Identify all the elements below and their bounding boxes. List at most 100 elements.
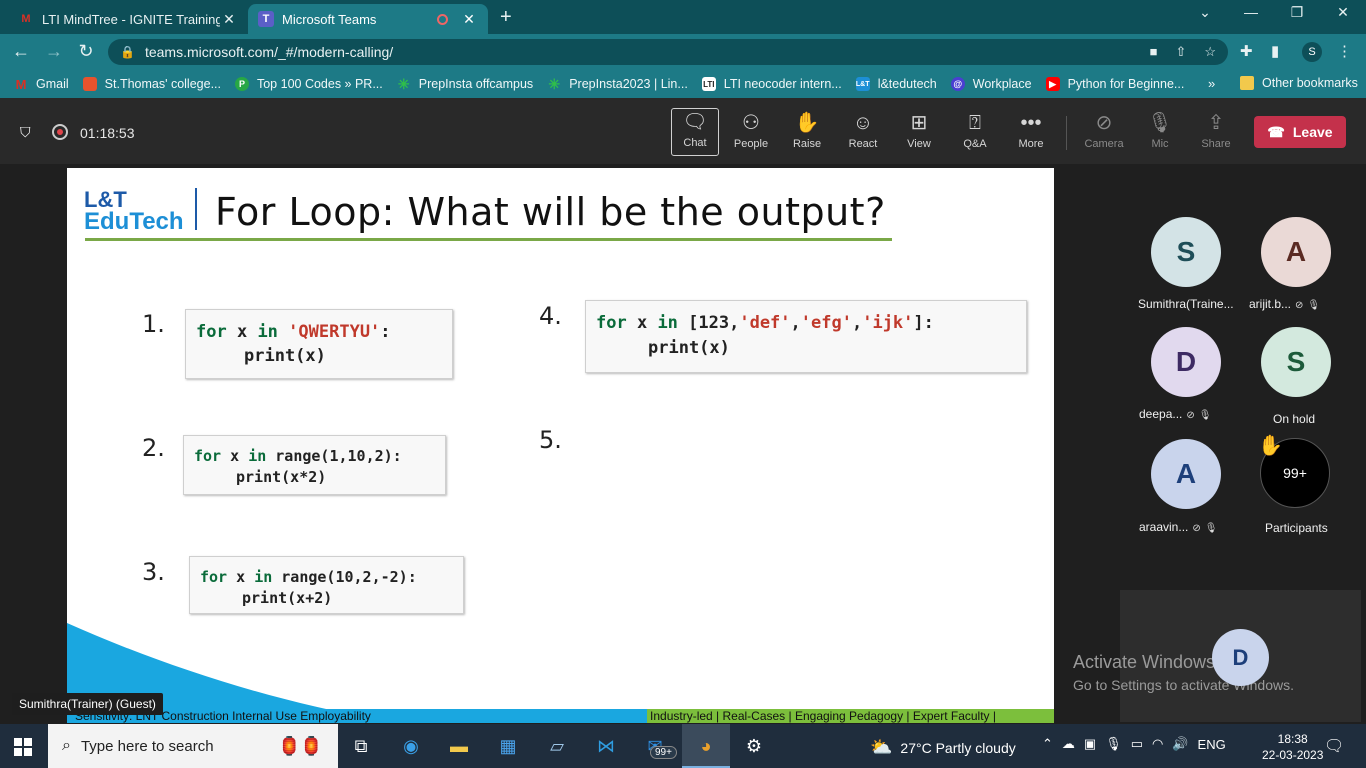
bookmark-lti-neocoder[interactable]: LTI LTI neocoder intern... bbox=[701, 77, 842, 91]
forward-button[interactable]: → bbox=[43, 41, 65, 62]
weather-widget[interactable]: ⛅ 27°C Partly cloudy bbox=[870, 737, 1016, 758]
volume-icon[interactable]: 🔊 bbox=[1172, 736, 1188, 752]
camera-off-icon: ⊘ bbox=[1186, 410, 1195, 421]
extensions-icon[interactable]: ✚ bbox=[1240, 42, 1253, 60]
bookmark-python-beginners[interactable]: ▶ Python for Beginne... bbox=[1045, 77, 1184, 91]
lanterns-icon: 🏮🏮 bbox=[278, 735, 323, 756]
code-block-2: for x in range(1,10,2): print(x*2) bbox=[183, 435, 446, 495]
raise-hand-button[interactable]: ✋ Raise bbox=[783, 110, 831, 158]
address-bar[interactable]: 🔒 teams.microsoft.com/_#/modern-calling/… bbox=[108, 39, 1228, 65]
participant-status: On hold bbox=[1273, 412, 1316, 426]
clock[interactable]: 18:38 22-03-2023 bbox=[1262, 731, 1323, 763]
windows-taskbar: ⌕ Type here to search 🏮🏮 ⧉ ◉ ▬ ▦ ▱ ⋈ ✉ 9… bbox=[0, 724, 1366, 768]
tab-lti-mindtree[interactable]: M LTI MindTree - IGNITE Training Pr ✕ bbox=[8, 4, 248, 34]
other-bookmarks[interactable]: Other bookmarks bbox=[1240, 76, 1358, 90]
participant-avatar[interactable]: A bbox=[1261, 217, 1331, 287]
lock-icon[interactable]: 🔒 bbox=[120, 45, 135, 59]
tab-title: Microsoft Teams bbox=[282, 11, 377, 27]
minimize-button[interactable]: — bbox=[1228, 4, 1274, 20]
self-avatar: D bbox=[1212, 629, 1269, 686]
cloud-icon[interactable]: ☁ bbox=[1062, 736, 1075, 752]
bookmark-workplace[interactable]: @ Workplace bbox=[950, 77, 1032, 91]
logo-divider bbox=[195, 188, 197, 230]
chrome-icon[interactable]: ◕ bbox=[693, 734, 719, 758]
activate-windows-subtitle: Go to Settings to activate Windows. bbox=[1073, 677, 1294, 693]
settings-gear-icon[interactable]: ⚙ bbox=[741, 734, 767, 758]
taskbar-search[interactable]: ⌕ Type here to search 🏮🏮 bbox=[48, 724, 338, 768]
mic-button[interactable]: 🎙 Mic bbox=[1136, 110, 1184, 158]
camera-off-icon: ⊘ bbox=[1192, 523, 1201, 534]
recording-indicator-icon bbox=[437, 13, 448, 25]
qa-button[interactable]: ⍰ Q&A bbox=[951, 110, 999, 158]
youtube-icon: ▶ bbox=[1045, 77, 1060, 91]
task-view-icon[interactable]: ⧉ bbox=[348, 734, 374, 758]
camera-permission-icon[interactable]: ■ bbox=[1150, 44, 1158, 60]
battery-icon[interactable]: ▭ bbox=[1131, 736, 1143, 752]
chrome-menu-icon[interactable]: ⋮ bbox=[1337, 42, 1352, 60]
side-panel-icon[interactable]: ▮ bbox=[1271, 42, 1279, 60]
edge-icon[interactable]: ◉ bbox=[398, 734, 424, 758]
profile-avatar[interactable]: S bbox=[1302, 42, 1322, 62]
chevron-up-icon[interactable]: ⌃ bbox=[1042, 736, 1053, 752]
more-icon: ••• bbox=[1020, 112, 1042, 134]
leave-button[interactable]: ☎ Leave bbox=[1254, 116, 1346, 148]
camera-button[interactable]: ⊘ Camera bbox=[1080, 110, 1128, 158]
bookmark-star-icon[interactable]: ☆ bbox=[1204, 44, 1216, 60]
people-button[interactable]: ⚇ People bbox=[727, 110, 775, 158]
react-button[interactable]: ☺ React bbox=[839, 110, 887, 158]
bookmark-prepinsta2023[interactable]: ✳ PrepInsta2023 | Lin... bbox=[547, 76, 687, 92]
store-icon[interactable]: ▦ bbox=[495, 734, 521, 758]
chat-button[interactable]: 🗨 Chat bbox=[671, 108, 719, 156]
close-tab-icon[interactable]: ✕ bbox=[220, 11, 238, 28]
file-explorer-icon[interactable]: ▬ bbox=[446, 734, 472, 758]
slide-title: For Loop: What will be the output? bbox=[215, 190, 886, 234]
windows-start-icon[interactable] bbox=[14, 738, 32, 756]
meet-now-icon[interactable]: ▣ bbox=[1084, 736, 1096, 752]
star-icon: ✳ bbox=[397, 75, 410, 92]
notifications-icon[interactable]: 🗨 bbox=[1324, 736, 1344, 756]
share-button[interactable]: ⇪ Share bbox=[1192, 110, 1240, 158]
phone-hangup-icon: ☎ bbox=[1267, 123, 1285, 140]
url-text: teams.microsoft.com/_#/modern-calling/ bbox=[144, 44, 394, 60]
participant-avatar[interactable]: D bbox=[1151, 327, 1221, 397]
bookmarks-overflow-button[interactable]: » bbox=[1208, 76, 1215, 91]
people-icon: ⚇ bbox=[742, 112, 760, 134]
participant-avatar[interactable]: S bbox=[1151, 217, 1221, 287]
close-window-button[interactable]: ✕ bbox=[1320, 4, 1366, 21]
reload-button[interactable]: ↻ bbox=[75, 41, 97, 62]
bookmark-top-100-codes[interactable]: P Top 100 Codes » PR... bbox=[234, 77, 383, 91]
restore-button[interactable]: ❐ bbox=[1274, 4, 1320, 21]
bookmark-ltedutech[interactable]: L&T l&tedutech bbox=[855, 77, 937, 91]
react-icon: ☺ bbox=[852, 112, 874, 134]
vscode-icon[interactable]: ⋈ bbox=[593, 734, 619, 758]
partly-cloudy-icon: ⛅ bbox=[870, 737, 893, 757]
participant-name-row: deepa... ⊘ 🎙 bbox=[1139, 407, 1212, 421]
participant-avatar[interactable]: A bbox=[1151, 439, 1221, 509]
new-tab-button[interactable]: + bbox=[500, 6, 512, 29]
code-block-1: for x in 'QWERTYU': print(x) bbox=[185, 309, 453, 379]
question-number: 4. bbox=[539, 302, 562, 330]
tab-microsoft-teams[interactable]: T Microsoft Teams ✕ bbox=[248, 4, 488, 34]
wifi-icon[interactable]: ◠ bbox=[1152, 736, 1163, 752]
activate-windows-title: Activate Windows bbox=[1073, 652, 1216, 672]
more-button[interactable]: ••• More bbox=[1007, 110, 1055, 158]
mic-off-icon: 🎙 bbox=[1204, 523, 1218, 534]
question-number: 5. bbox=[539, 426, 562, 454]
view-button[interactable]: ⊞ View bbox=[895, 110, 943, 158]
shield-icon[interactable]: ⛉ bbox=[20, 124, 31, 141]
share-page-icon[interactable]: ⇧ bbox=[1175, 44, 1186, 60]
bookmark-gmail[interactable]: M Gmail bbox=[14, 77, 69, 92]
tab-search-icon[interactable]: ⌄ bbox=[1182, 4, 1228, 21]
camera-off-icon: ⊘ bbox=[1295, 300, 1304, 311]
participant-avatar[interactable]: S bbox=[1261, 327, 1331, 397]
microphone-icon[interactable]: 🎙 bbox=[1105, 736, 1122, 752]
notepad-icon[interactable]: ▱ bbox=[544, 734, 570, 758]
language-indicator[interactable]: ENG bbox=[1198, 737, 1226, 752]
share-icon: ⇪ bbox=[1207, 112, 1225, 134]
back-button[interactable]: ← bbox=[10, 41, 32, 62]
participant-name-row: arijit.b... ⊘ 🎙 bbox=[1249, 297, 1321, 311]
slide-footer-tagline: Industry-led | Real-Cases | Engaging Ped… bbox=[650, 709, 996, 723]
bookmark-st-thomas[interactable]: St.Thomas' college... bbox=[82, 77, 221, 91]
close-tab-icon[interactable]: ✕ bbox=[460, 11, 478, 28]
bookmark-prepinsta-offcampus[interactable]: ✳ PrepInsta offcampus bbox=[397, 75, 533, 92]
